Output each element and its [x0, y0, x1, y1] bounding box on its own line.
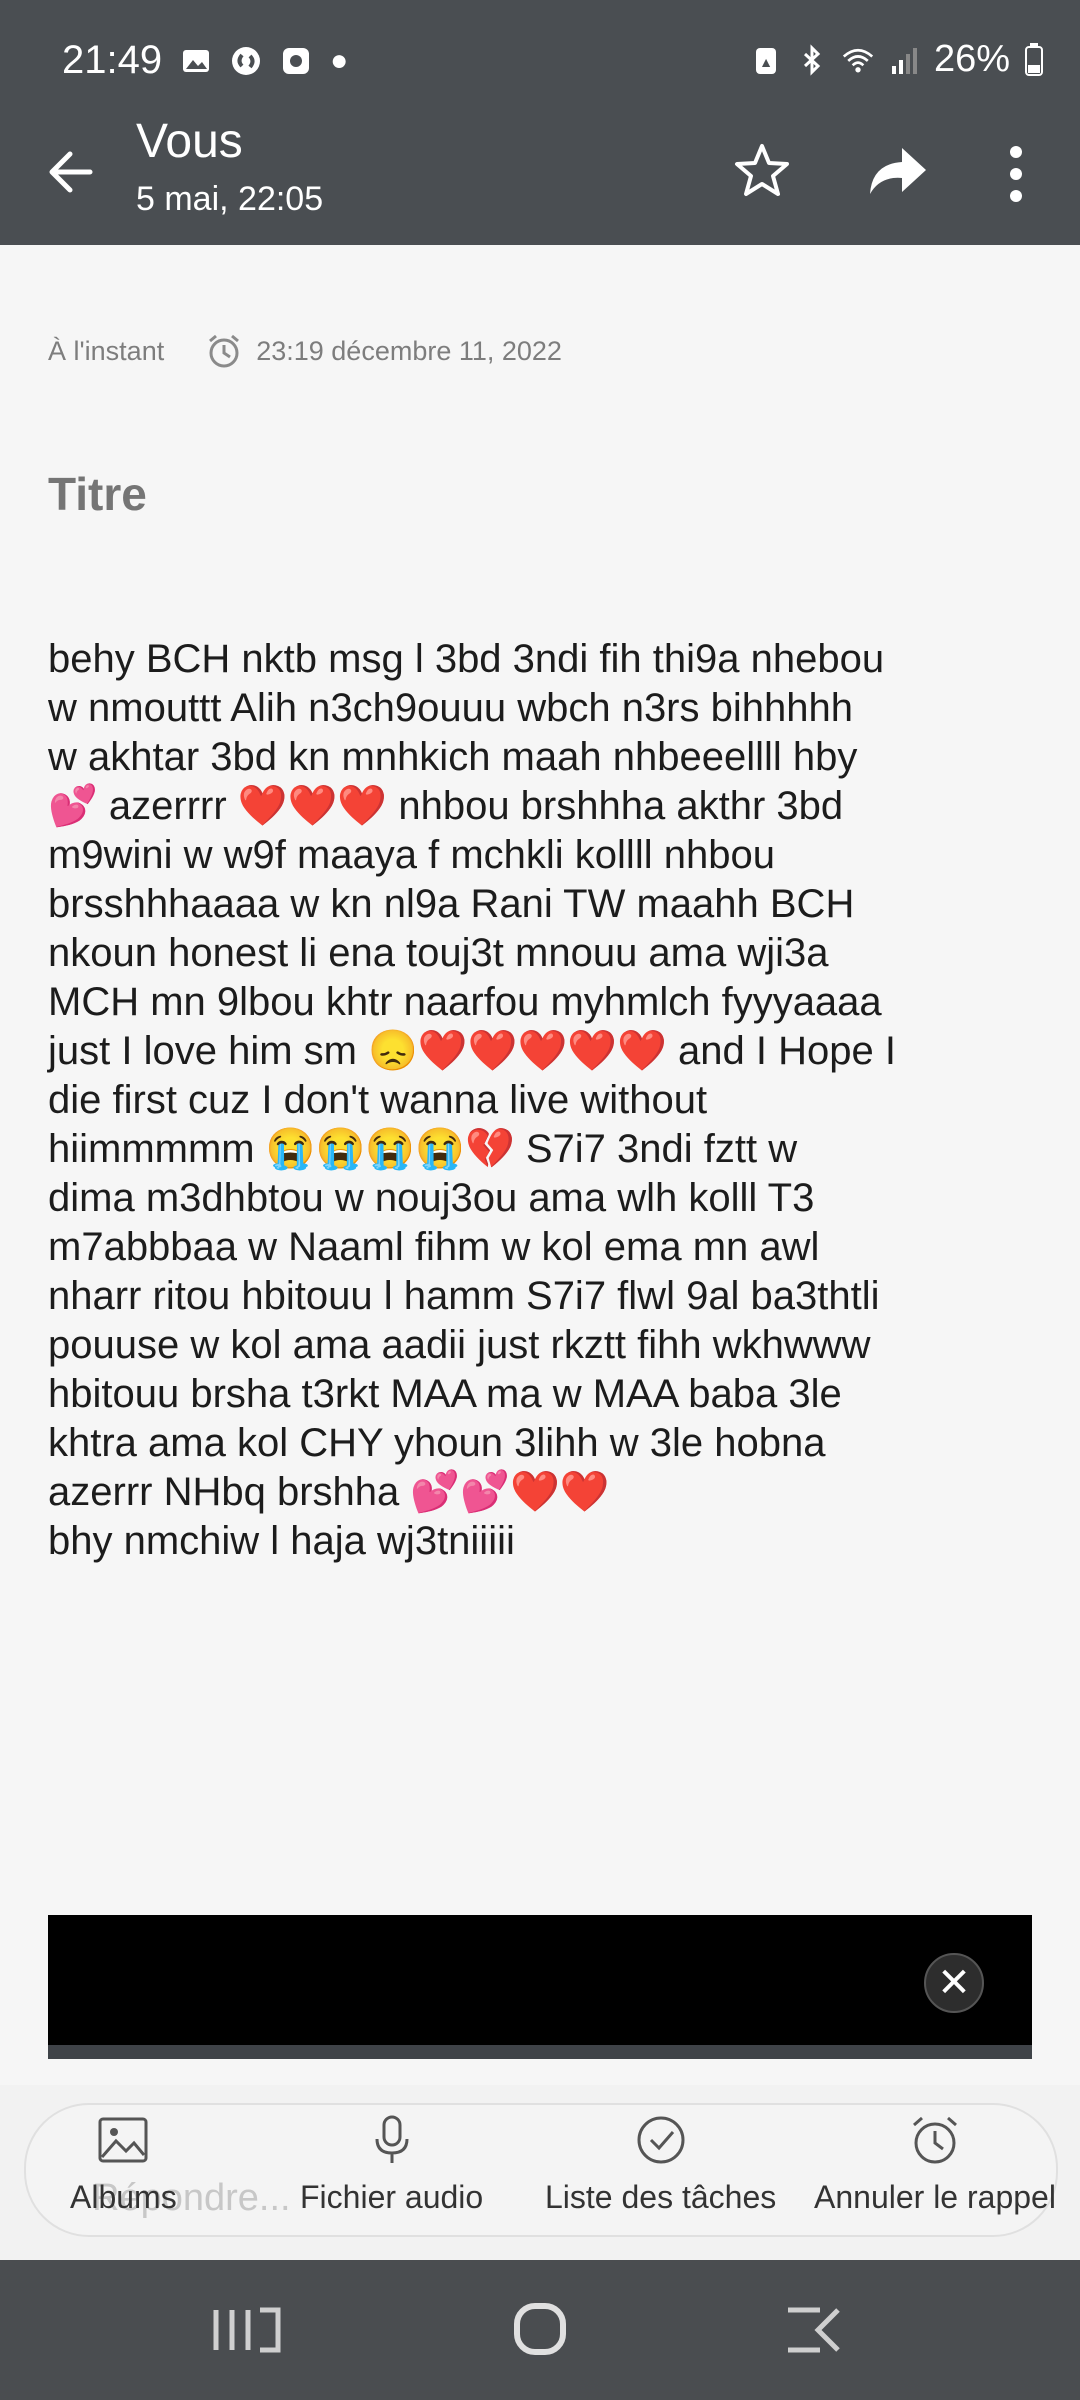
home-icon[interactable]: [495, 2300, 585, 2360]
shazam-notification-icon: [232, 46, 261, 75]
gallery-notification-icon: [183, 49, 210, 72]
note-modified-time: À l'instant: [48, 335, 165, 366]
note-toolbar: Répondre... Albums Fichier audio Liste d…: [0, 2085, 1080, 2260]
battery-saver-icon: ▲: [755, 47, 776, 74]
signal-icon: [891, 47, 917, 74]
tasks-button[interactable]: Liste des tâches: [545, 2113, 776, 2216]
navigation-bar: [0, 2260, 1080, 2400]
recent-apps-icon[interactable]: [208, 2300, 298, 2360]
cancel-reminder-label: Annuler le rappel: [814, 2179, 1056, 2215]
forward-icon[interactable]: [862, 138, 934, 202]
alarm-clock-icon: [209, 334, 240, 368]
audio-button[interactable]: Fichier audio: [300, 2113, 483, 2216]
tasks-label: Liste des tâches: [545, 2179, 777, 2215]
note-title: Titre: [48, 468, 147, 520]
ad-banner[interactable]: ✕: [48, 1915, 1032, 2059]
checkmark-icon: [637, 2116, 685, 2164]
back-arrow-icon[interactable]: [40, 140, 104, 204]
microphone-icon: [375, 2115, 409, 2163]
note-meta: À l'instant 23:19 décembre 11, 2022: [48, 333, 562, 369]
star-icon[interactable]: [730, 138, 794, 202]
cancel-reminder-button[interactable]: Annuler le rappel: [814, 2113, 1056, 2216]
back-nav-icon[interactable]: [780, 2300, 870, 2360]
image-icon: [98, 2117, 148, 2163]
note-body: behy BCH nktb msg l 3bd 3ndi fih thi9a n…: [48, 637, 896, 1563]
wifi-icon: [842, 48, 874, 72]
albums-label: Albums: [70, 2179, 177, 2215]
alarm-icon: [912, 2116, 957, 2164]
close-icon[interactable]: ✕: [924, 1953, 984, 2013]
albums-button[interactable]: Albums: [70, 2113, 177, 2216]
status-left: 21:49 ●: [62, 38, 348, 83]
message-date: 5 mai, 22:05: [136, 180, 324, 218]
bluetooth-icon: [803, 43, 821, 76]
status-right: ▲ 26%: [750, 38, 1044, 81]
audio-label: Fichier audio: [300, 2179, 484, 2215]
svg-text:▲: ▲: [759, 54, 773, 70]
status-time: 21:49: [62, 38, 163, 82]
app-notification-icon: [283, 47, 310, 74]
conversation-title: Vous: [136, 115, 243, 168]
battery-icon: [1025, 42, 1043, 76]
status-bar: 21:49 ● ▲ 26%: [0, 0, 1080, 120]
app-bar: Vous 5 mai, 22:05: [0, 110, 1080, 245]
note-reminder-time: 23:19 décembre 11, 2022: [256, 335, 562, 366]
note-image[interactable]: À l'instant 23:19 décembre 11, 2022 Titr…: [0, 245, 1080, 2105]
more-notifications-dot: ●: [330, 43, 349, 77]
more-options-icon[interactable]: [988, 138, 1044, 210]
battery-percent: 26%: [933, 38, 1010, 80]
